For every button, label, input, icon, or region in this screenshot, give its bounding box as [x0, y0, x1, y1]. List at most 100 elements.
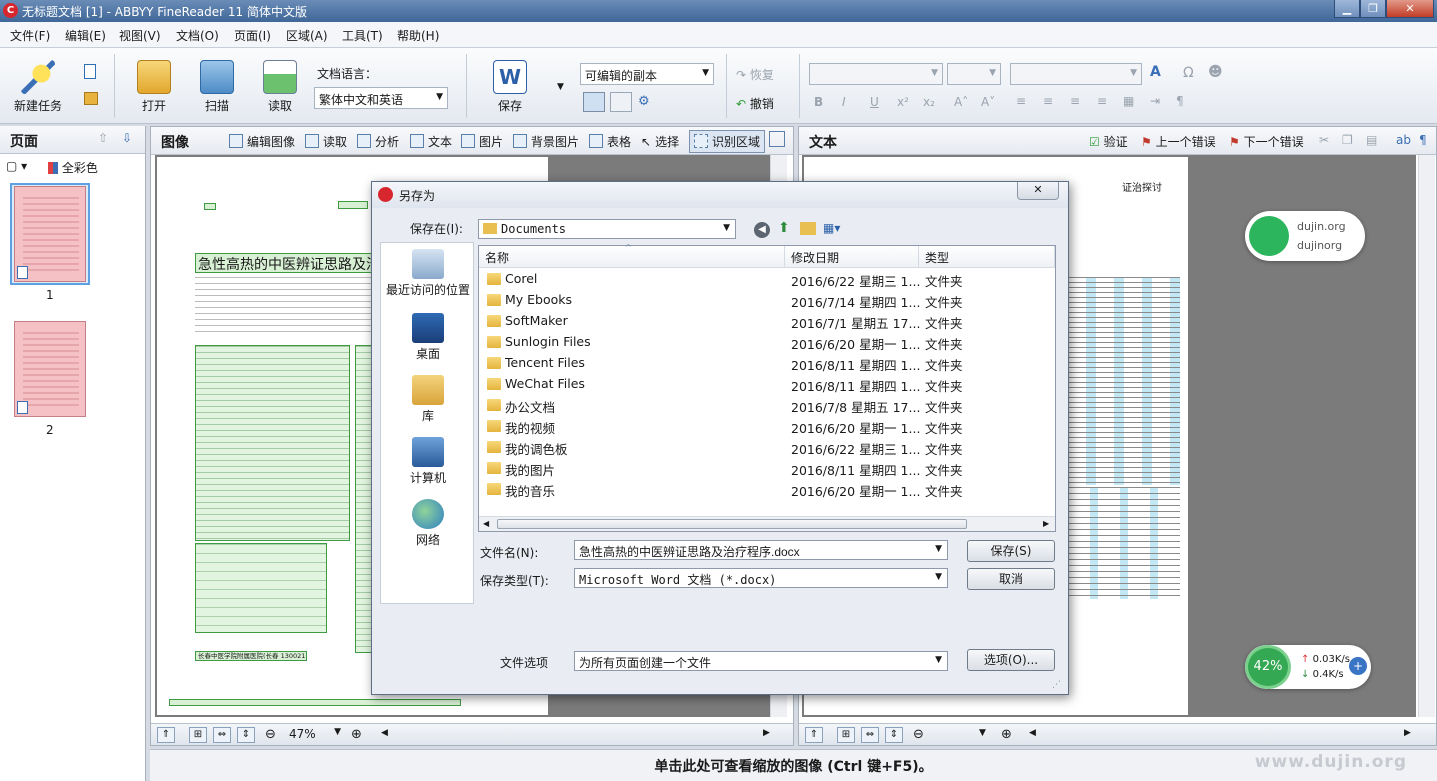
zoom-in-icon[interactable]: ⊕: [351, 727, 362, 742]
read-tool[interactable]: 读取: [305, 133, 347, 150]
plus-icon[interactable]: +: [1349, 657, 1367, 675]
ab-format-icon[interactable]: ab: [1396, 133, 1411, 147]
fit-height-icon[interactable]: ⇕: [885, 727, 903, 743]
page-view-select[interactable]: ▢ ▾: [6, 159, 27, 173]
doc-footer-area[interactable]: 长春中医学院附属医院(长春 130021): [195, 651, 307, 661]
network-widget[interactable]: dujin.org dujinorg: [1245, 211, 1365, 261]
recognition-area[interactable]: [204, 203, 216, 210]
list-item[interactable]: WeChat Files 2016/8/11 星期四 1... 文件夹: [479, 374, 1055, 395]
list-item[interactable]: SoftMaker 2016/7/1 星期五 17... 文件夹: [479, 311, 1055, 332]
align-center-icon[interactable]: ≡: [1043, 94, 1053, 108]
dialog-save-button[interactable]: 保存(S): [967, 540, 1055, 562]
fit-height-icon[interactable]: ⇕: [237, 727, 255, 743]
scan-button[interactable]: 扫描: [197, 60, 237, 114]
up-folder-icon[interactable]: ⬆: [778, 220, 790, 236]
copy-icon[interactable]: ❐: [1342, 133, 1353, 147]
open-folder-icon[interactable]: [84, 92, 98, 105]
close-button[interactable]: ✕: [1386, 0, 1434, 18]
zoom-out-icon[interactable]: ⊖: [913, 727, 924, 742]
align-left-icon[interactable]: ≡: [1016, 94, 1026, 108]
align-right-icon[interactable]: ≡: [1070, 94, 1080, 108]
page-thumbnail[interactable]: [14, 186, 86, 282]
scroll-thumb[interactable]: [497, 519, 967, 529]
paragraph-icon[interactable]: ¶: [1176, 94, 1184, 108]
table-icon[interactable]: ▦: [1123, 94, 1134, 108]
new-task-button[interactable]: 新建任务: [10, 60, 66, 114]
read-button[interactable]: 读取: [260, 60, 300, 114]
recognition-area[interactable]: [338, 201, 368, 209]
scroll-left-icon[interactable]: ◀: [483, 519, 489, 528]
scroll-left-icon[interactable]: ◀: [1029, 728, 1036, 738]
speed-widget[interactable]: 42% ↑ 0.03K/s ↓ 0.4K/s +: [1245, 645, 1371, 689]
dialog-close-button[interactable]: ✕: [1017, 182, 1059, 200]
scroll-right-icon[interactable]: ▶: [763, 728, 770, 738]
color-mode-button[interactable]: 全彩色: [48, 159, 98, 176]
scroll-right-icon[interactable]: ▶: [1404, 728, 1411, 738]
page-thumbnail[interactable]: [14, 321, 86, 417]
pilcrow-icon[interactable]: ¶: [1419, 133, 1427, 147]
analyze-tool[interactable]: 分析: [357, 133, 399, 150]
previous-error-button[interactable]: ⚑ 上一个错误: [1141, 133, 1216, 150]
file-options-select[interactable]: 为所有页面创建一个文件 ▼: [574, 651, 948, 671]
back-icon[interactable]: ◀: [754, 222, 770, 238]
column-type[interactable]: 类型: [919, 246, 1055, 268]
layout-image-text-icon[interactable]: [583, 92, 605, 112]
list-item[interactable]: Sunlogin Files 2016/6/20 星期一 1... 文件夹: [479, 332, 1055, 353]
place-network[interactable]: 网络: [381, 499, 475, 548]
fit-page-icon[interactable]: ⊞: [837, 727, 855, 743]
dialog-cancel-button[interactable]: 取消: [967, 568, 1055, 590]
place-recent[interactable]: 最近访问的位置: [381, 249, 475, 298]
fit-page-icon[interactable]: ⊞: [189, 727, 207, 743]
superscript-icon[interactable]: x²: [897, 95, 909, 109]
new-page-icon[interactable]: [84, 64, 96, 79]
picture-area-tool[interactable]: 图片: [461, 133, 503, 150]
indent-icon[interactable]: ⇥: [1150, 94, 1160, 108]
area-options-icon[interactable]: [769, 131, 785, 147]
people-icon[interactable]: ☻: [1208, 64, 1223, 80]
menu-view[interactable]: 视图(V): [119, 27, 161, 44]
list-item[interactable]: Tencent Files 2016/8/11 星期四 1... 文件夹: [479, 353, 1055, 374]
scroll-right-icon[interactable]: ▶: [1043, 519, 1049, 528]
font-color-icon[interactable]: A: [1150, 64, 1161, 80]
chevron-down-icon[interactable]: ▼: [979, 728, 986, 738]
table-area[interactable]: [195, 543, 327, 633]
layout-text-icon[interactable]: [610, 92, 632, 112]
italic-icon[interactable]: I: [842, 95, 846, 109]
next-error-button[interactable]: ⚑ 下一个错误: [1229, 133, 1304, 150]
maximize-button[interactable]: ❐: [1360, 0, 1386, 18]
grow-font-icon[interactable]: A˄: [954, 95, 968, 109]
list-item[interactable]: Corel 2016/6/22 星期三 1... 文件夹: [479, 269, 1055, 290]
edit-image-tool[interactable]: 编辑图像: [229, 133, 295, 150]
list-item[interactable]: 我的视频 2016/6/20 星期一 1... 文件夹: [479, 416, 1055, 437]
status-bar[interactable]: 单击此处可查看缩放的图像 (Ctrl 键+F5)。 www.dujin.org: [150, 749, 1437, 781]
scroll-left-icon[interactable]: ◀: [381, 728, 388, 738]
save-in-select[interactable]: Documents ▼: [478, 219, 736, 239]
place-computer[interactable]: 计算机: [381, 437, 475, 486]
menu-document[interactable]: 文档(O): [176, 27, 219, 44]
save-button[interactable]: W 保存: [490, 60, 530, 114]
wrench-icon[interactable]: ⚙: [638, 94, 650, 109]
menu-help[interactable]: 帮助(H): [397, 27, 439, 44]
horizontal-scrollbar[interactable]: ◀ ▶: [479, 516, 1055, 531]
recognize-area-tool[interactable]: 识别区域: [689, 130, 766, 153]
zoom-select[interactable]: 47% ▼: [289, 727, 343, 744]
omega-icon[interactable]: Ω: [1183, 65, 1194, 81]
column-date[interactable]: 修改日期: [785, 246, 919, 268]
dialog-options-button[interactable]: 选项(O)...: [967, 649, 1055, 671]
list-item[interactable]: 我的调色板 2016/6/22 星期三 1... 文件夹: [479, 437, 1055, 458]
menu-edit[interactable]: 编辑(E): [65, 27, 106, 44]
menu-area[interactable]: 区域(A): [286, 27, 328, 44]
collapse-icon[interactable]: ⇑: [157, 727, 175, 743]
select-tool[interactable]: ↖ 选择: [641, 133, 679, 150]
fit-width-icon[interactable]: ⇔: [213, 727, 231, 743]
text-column-area[interactable]: [195, 345, 350, 541]
view-menu-icon[interactable]: ▦▾: [823, 221, 840, 235]
open-button[interactable]: 打开: [134, 60, 174, 114]
font-name-select[interactable]: ▼: [809, 63, 943, 85]
fit-width-icon[interactable]: ⇔: [861, 727, 879, 743]
justify-icon[interactable]: ≡: [1097, 94, 1107, 108]
undo-button[interactable]: ↶ 撤销: [736, 95, 774, 112]
text-vertical-scrollbar[interactable]: [1418, 155, 1435, 717]
move-down-icon[interactable]: ⇩: [122, 131, 132, 145]
paste-icon[interactable]: ▤: [1366, 133, 1377, 147]
